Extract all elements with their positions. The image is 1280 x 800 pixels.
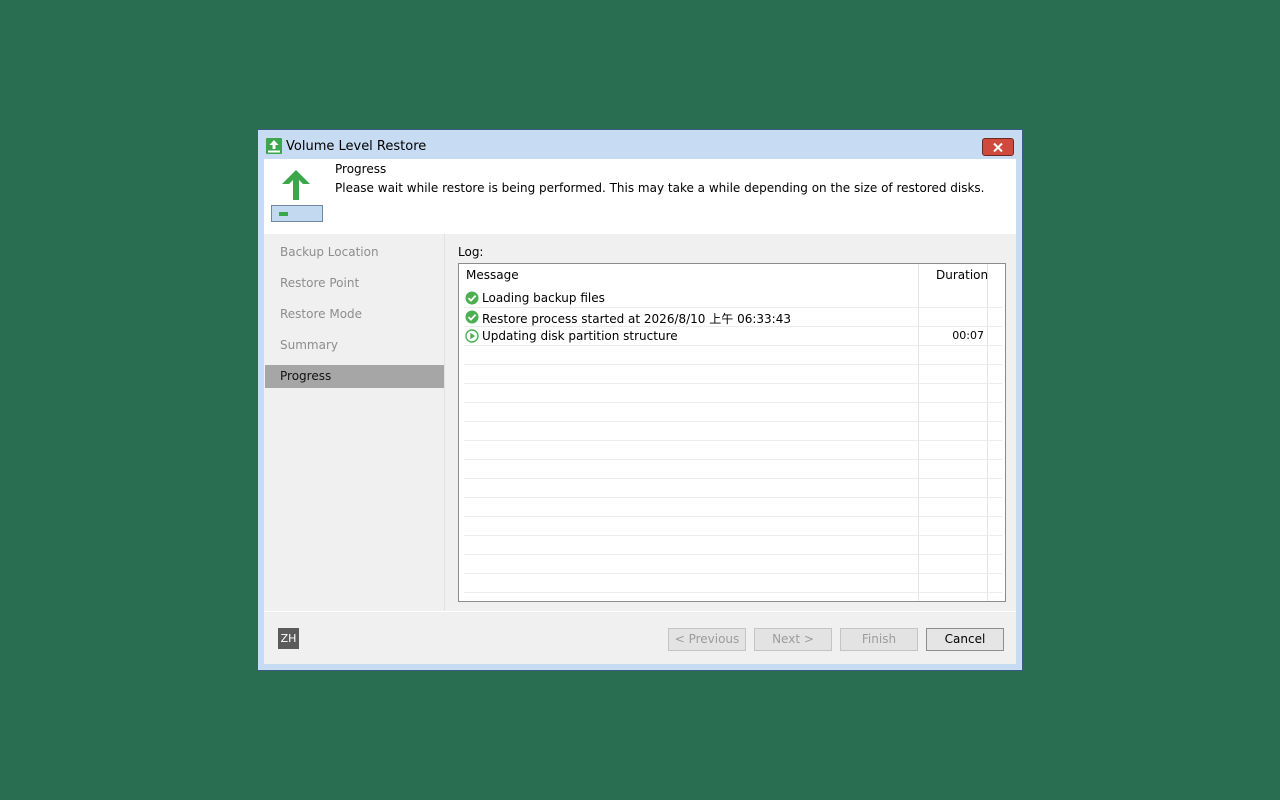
log-grid-line bbox=[464, 592, 1002, 593]
log-grid-line bbox=[464, 326, 1002, 327]
window-title: Volume Level Restore bbox=[286, 139, 427, 154]
restore-wizard-window: Volume Level Restore Progress Please wai… bbox=[257, 129, 1023, 671]
wizard-steps-sidebar: Backup Location Restore Point Restore Mo… bbox=[265, 234, 445, 611]
step-restore-mode[interactable]: Restore Mode bbox=[265, 303, 444, 326]
log-grid-line bbox=[464, 364, 1002, 365]
log-grid-line bbox=[464, 307, 1002, 308]
previous-button[interactable]: < Previous bbox=[668, 628, 746, 651]
log-grid-line bbox=[464, 516, 1002, 517]
step-description: Please wait while restore is being perfo… bbox=[335, 181, 985, 195]
log-grid-line bbox=[464, 345, 1002, 346]
log-table[interactable]: Message Duration Loading backup files Re… bbox=[458, 263, 1006, 602]
close-button[interactable] bbox=[982, 138, 1014, 156]
log-grid-line bbox=[464, 535, 1002, 536]
log-grid-line bbox=[464, 440, 1002, 441]
finish-button[interactable]: Finish bbox=[840, 628, 918, 651]
check-circle-icon bbox=[465, 291, 479, 305]
log-grid-line bbox=[464, 459, 1002, 460]
log-grid-line bbox=[464, 421, 1002, 422]
wizard-body: Progress Please wait while restore is be… bbox=[264, 159, 1016, 664]
footer-divider bbox=[264, 611, 1016, 612]
log-label: Log: bbox=[458, 245, 484, 259]
step-restore-point[interactable]: Restore Point bbox=[265, 272, 444, 295]
log-grid-line bbox=[464, 383, 1002, 384]
step-title: Progress bbox=[335, 162, 387, 176]
language-indicator[interactable]: ZH bbox=[278, 628, 299, 649]
column-header-message[interactable]: Message bbox=[466, 268, 519, 282]
wizard-header: Progress Please wait while restore is be… bbox=[264, 159, 1016, 234]
upload-arrow-icon bbox=[282, 170, 310, 200]
restore-app-icon bbox=[266, 138, 282, 154]
check-circle-icon bbox=[465, 310, 479, 324]
progress-indicator-fill bbox=[279, 212, 288, 216]
step-backup-location[interactable]: Backup Location bbox=[265, 241, 444, 264]
log-grid-line bbox=[464, 573, 1002, 574]
log-row[interactable]: Restore process started at 2026/8/10 上午 … bbox=[464, 308, 992, 327]
cancel-button[interactable]: Cancel bbox=[926, 628, 1004, 651]
step-summary[interactable]: Summary bbox=[265, 334, 444, 357]
log-grid-line bbox=[464, 478, 1002, 479]
log-grid-line bbox=[464, 402, 1002, 403]
step-progress[interactable]: Progress bbox=[265, 365, 444, 388]
log-row[interactable]: Updating disk partition structure 00:07 bbox=[464, 327, 992, 346]
close-icon bbox=[993, 142, 1003, 152]
play-circle-icon bbox=[465, 329, 479, 343]
next-button[interactable]: Next > bbox=[754, 628, 832, 651]
log-message: Updating disk partition structure bbox=[482, 329, 678, 343]
column-header-duration[interactable]: Duration bbox=[936, 268, 988, 282]
progress-indicator bbox=[271, 205, 323, 222]
title-bar[interactable]: Volume Level Restore bbox=[258, 130, 1022, 160]
log-grid-line bbox=[464, 554, 1002, 555]
log-grid-line bbox=[464, 497, 1002, 498]
log-row[interactable]: Loading backup files bbox=[464, 289, 992, 308]
log-duration: 00:07 bbox=[952, 329, 984, 342]
log-message: Loading backup files bbox=[482, 291, 605, 305]
log-message: Restore process started at 2026/8/10 上午 … bbox=[482, 312, 791, 326]
